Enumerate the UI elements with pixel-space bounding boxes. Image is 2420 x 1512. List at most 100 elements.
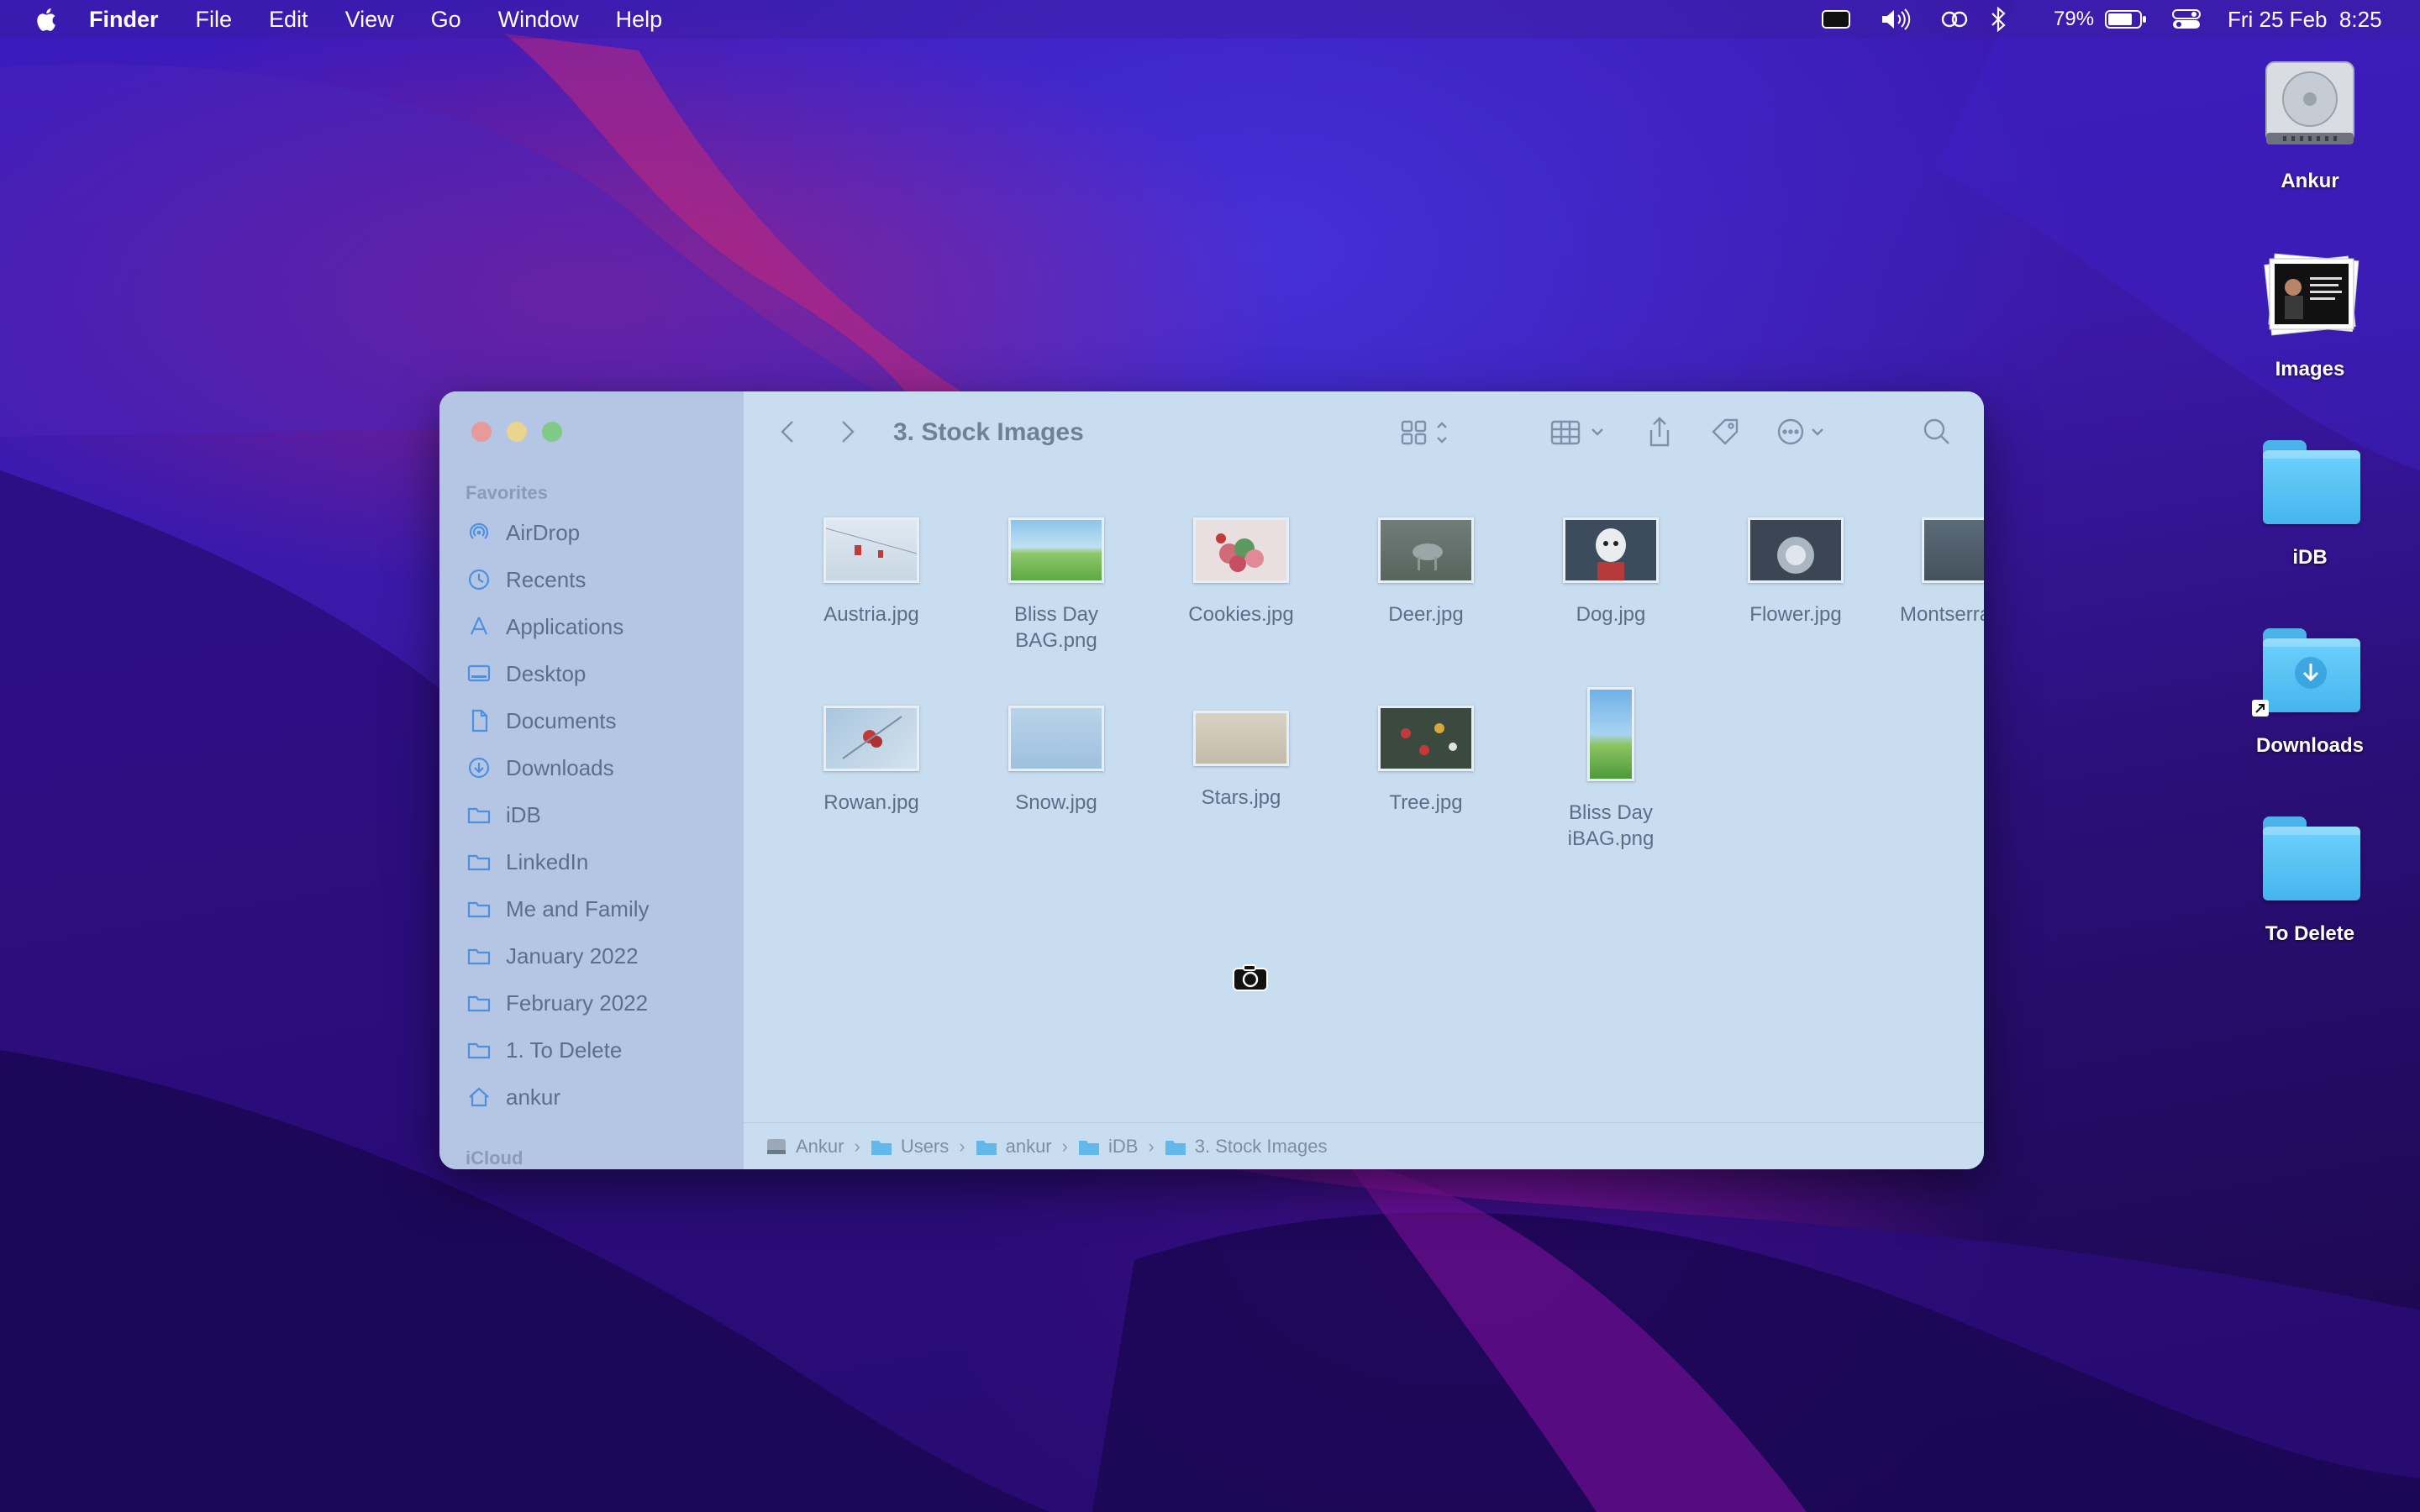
tag-button[interactable] <box>1708 415 1742 449</box>
hard-drive-icon <box>767 1139 786 1154</box>
content-area: 3. Stock Images Austria.jpg Bliss Day BA… <box>744 391 1984 1169</box>
menu-window[interactable]: Window <box>498 7 579 33</box>
file-item[interactable]: Deer.jpg <box>1342 517 1510 627</box>
folder-icon <box>466 801 492 828</box>
menu-help[interactable]: Help <box>616 7 663 33</box>
file-thumbnail <box>1378 706 1474 771</box>
sidebar-item-ankur[interactable]: ankur <box>466 1076 726 1118</box>
sidebar-item-downloads[interactable]: Downloads <box>466 747 726 789</box>
volume-icon[interactable] <box>1879 0 1912 39</box>
link-icon[interactable] <box>1938 0 1971 39</box>
file-name: Dog.jpg <box>1576 603 1646 626</box>
file-thumbnail <box>1748 517 1844 583</box>
file-item[interactable]: Tree.jpg <box>1342 706 1510 816</box>
file-name: Montserra <box>1900 603 1984 626</box>
path-separator: › <box>959 1136 965 1157</box>
sidebar-item-airdrop[interactable]: AirDrop <box>466 512 726 554</box>
folder-icon <box>2258 432 2362 536</box>
sidebar-item-desktop[interactable]: Desktop <box>466 653 726 695</box>
sidebar-item-applications[interactable]: Applications <box>466 606 726 648</box>
file-item[interactable]: Stars.jpg <box>1157 706 1325 811</box>
view-mode-button[interactable] <box>1399 415 1458 449</box>
desktop-icon-downloads[interactable]: Downloads <box>2234 620 2386 758</box>
sidebar-item-february-2022[interactable]: February 2022 <box>466 982 726 1024</box>
file-item[interactable]: Rowan.jpg <box>787 706 955 816</box>
share-button[interactable] <box>1644 415 1675 449</box>
path-segment[interactable]: ankur <box>976 1136 1052 1158</box>
back-button[interactable] <box>776 415 801 449</box>
desktop-icon-label: iDB <box>2292 546 2328 569</box>
camera-cursor-icon <box>1233 964 1268 991</box>
apple-logo-icon[interactable] <box>32 5 57 34</box>
file-name: Bliss Day iBAG.png <box>1567 801 1655 850</box>
sidebar-item-to-delete[interactable]: 1. To Delete <box>466 1029 726 1071</box>
path-segment[interactable]: iDB <box>1078 1136 1138 1158</box>
bluetooth-icon[interactable] <box>1988 0 2008 39</box>
desktop-icon-label: Ankur <box>2281 170 2339 192</box>
sidebar-item-documents[interactable]: Documents <box>466 700 726 742</box>
desktop-icon-label: Images <box>2275 358 2345 381</box>
menu-view[interactable]: View <box>345 7 394 33</box>
group-grid-icon <box>1550 420 1603 445</box>
file-thumbnail <box>1563 517 1659 583</box>
file-item[interactable]: Snow.jpg <box>972 706 1140 816</box>
sidebar-item-label: February 2022 <box>506 990 649 1016</box>
battery-percent[interactable]: 79% <box>2054 0 2094 39</box>
sidebar-item-linkedin[interactable]: LinkedIn <box>466 841 726 883</box>
download-icon <box>466 754 492 781</box>
file-name: Tree.jpg <box>1389 791 1463 814</box>
folder-icon <box>466 1037 492 1063</box>
home-icon <box>466 1084 492 1110</box>
image-stack-icon <box>2258 244 2362 348</box>
file-item[interactable]: Dog.jpg <box>1527 517 1695 627</box>
control-center-icon[interactable] <box>2171 0 2202 39</box>
menu-edit[interactable]: Edit <box>269 7 308 33</box>
desktop-icon-idb[interactable]: iDB <box>2234 432 2386 570</box>
sidebar-item-label: AirDrop <box>506 519 581 545</box>
path-segment[interactable]: 3. Stock Images <box>1165 1136 1328 1158</box>
menu-file[interactable]: File <box>196 7 233 33</box>
minimize-button[interactable] <box>507 422 527 442</box>
file-item[interactable]: Flower.jpg <box>1712 517 1880 627</box>
file-item[interactable]: Cookies.jpg <box>1157 517 1325 627</box>
file-item[interactable]: Montserra <box>1897 517 1984 627</box>
menu-bar: Finder File Edit View Go Window Help 79%… <box>0 0 2420 39</box>
path-segment[interactable]: Ankur <box>765 1136 844 1158</box>
folder-icon <box>466 942 492 969</box>
sidebar-item-idb[interactable]: iDB <box>466 794 726 836</box>
folder-icon <box>976 1141 997 1155</box>
sidebar-item-label: Downloads <box>506 754 614 780</box>
menu-app-name[interactable]: Finder <box>89 7 159 33</box>
close-button[interactable] <box>471 422 492 442</box>
forward-button[interactable] <box>834 415 860 449</box>
screen-recording-icon[interactable] <box>1820 0 1852 39</box>
group-button[interactable] <box>1549 415 1612 449</box>
file-item[interactable]: Austria.jpg <box>787 517 955 627</box>
more-actions-button[interactable] <box>1776 415 1839 449</box>
path-segment[interactable]: Users <box>871 1136 949 1158</box>
search-icon <box>1923 418 1949 444</box>
file-item[interactable]: Bliss Day iBAG.png <box>1527 687 1695 852</box>
file-thumbnail <box>1193 517 1289 583</box>
sidebar-item-label: Desktop <box>506 660 587 686</box>
menu-clock[interactable]: Fri 25 Feb 8:25 <box>2228 0 2382 39</box>
chevron-right-icon <box>842 421 855 443</box>
sidebar-item-label: January 2022 <box>506 942 639 969</box>
file-thumbnail <box>1008 517 1104 583</box>
sidebar-item-me-and-family[interactable]: Me and Family <box>466 888 726 930</box>
zoom-button[interactable] <box>542 422 562 442</box>
file-item[interactable]: Bliss Day BAG.png <box>972 517 1140 654</box>
file-thumbnail <box>1587 687 1634 781</box>
search-button[interactable] <box>1920 415 1954 449</box>
desktop-icon-to-delete[interactable]: To Delete <box>2234 808 2386 946</box>
sidebar-item-january-2022[interactable]: January 2022 <box>466 935 726 977</box>
file-name: Cookies.jpg <box>1188 603 1294 626</box>
file-name: Snow.jpg <box>1015 791 1097 814</box>
sidebar-item-recents[interactable]: Recents <box>466 559 726 601</box>
desktop-icon-ankur[interactable]: Ankur <box>2234 55 2386 193</box>
path-separator: › <box>1148 1136 1155 1157</box>
menu-go[interactable]: Go <box>431 7 461 33</box>
desktop-icon-images[interactable]: Images <box>2234 244 2386 381</box>
ellipsis-circle-icon <box>1777 418 1823 445</box>
battery-icon[interactable] <box>2104 0 2148 39</box>
